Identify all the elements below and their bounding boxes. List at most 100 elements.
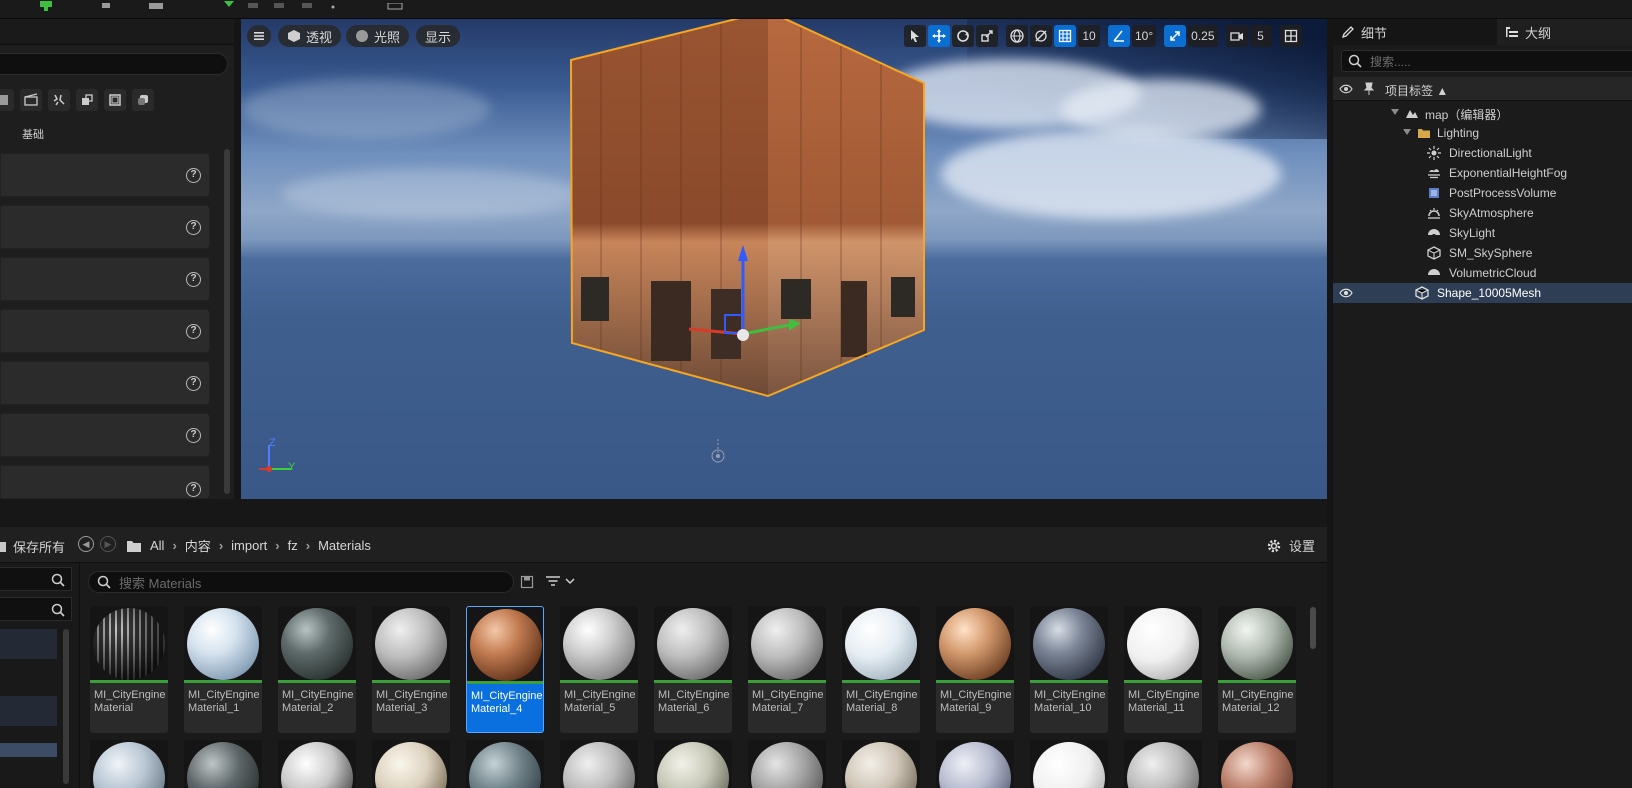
asset-tile[interactable] xyxy=(184,740,262,788)
asset-tile[interactable]: MI_CityEngineMaterial xyxy=(90,606,168,733)
asset-tile[interactable] xyxy=(90,740,168,788)
breadcrumb-separator-icon[interactable]: › xyxy=(275,538,279,553)
level-viewport[interactable]: 透视 光照 显示 10 10° 0.25 5 Z Y xyxy=(241,19,1327,499)
asset-tile[interactable]: MI_CityEngineMaterial_1 xyxy=(184,606,262,733)
asset-tile[interactable]: MI_CityEngineMaterial_9 xyxy=(936,606,1014,733)
cube-icon[interactable] xyxy=(0,89,14,111)
scale-mode-button[interactable] xyxy=(976,25,998,47)
play-icon[interactable] xyxy=(222,0,236,12)
save-all-button[interactable]: 保存所有 xyxy=(0,537,65,556)
asset-tile[interactable]: MI_CityEngineMaterial_5 xyxy=(560,606,638,733)
grid-snap-value[interactable]: 10 xyxy=(1078,25,1100,47)
outliner-search-input[interactable]: 搜索..... xyxy=(1341,50,1632,72)
rotation-snap-value[interactable]: 10° xyxy=(1132,25,1157,47)
asset-tile[interactable]: MI_CityEngineMaterial_11 xyxy=(1124,606,1202,733)
world-space-button[interactable] xyxy=(1006,25,1028,47)
asset-tile[interactable] xyxy=(654,740,732,788)
help-icon[interactable]: ? xyxy=(186,324,201,339)
left-panel-scrollbar[interactable] xyxy=(224,149,230,494)
item-label-column-header[interactable]: 项目标签 ▲ xyxy=(1385,82,1448,99)
add-content-icon[interactable] xyxy=(36,0,52,12)
source-tree-scrollbar[interactable] xyxy=(63,629,69,784)
settings-button[interactable]: 设置 xyxy=(1266,536,1315,555)
lighting-mode-button[interactable]: 光照 xyxy=(346,25,410,47)
place-actors-search[interactable] xyxy=(0,53,228,75)
asset-tile[interactable]: MI_CityEngineMaterial_2 xyxy=(278,606,356,733)
collections-search-input[interactable] xyxy=(0,567,72,591)
asset-tile[interactable]: MI_CityEngineMaterial_7 xyxy=(748,606,826,733)
rotate-mode-button[interactable] xyxy=(952,25,974,47)
place-item[interactable]: ? xyxy=(0,309,210,353)
asset-tile[interactable] xyxy=(278,740,356,788)
place-item[interactable]: ? xyxy=(0,413,210,457)
asset-tile[interactable]: MI_CityEngineMaterial_6 xyxy=(654,606,732,733)
asset-tile[interactable]: MI_CityEngineMaterial_12 xyxy=(1218,606,1296,733)
breadcrumb-item[interactable]: All xyxy=(150,538,164,553)
help-icon[interactable]: ? xyxy=(186,376,201,391)
breadcrumb-item[interactable]: 内容 xyxy=(185,536,211,555)
scale-snap-button[interactable] xyxy=(1164,25,1187,47)
rotation-snap-button[interactable] xyxy=(1108,25,1130,47)
film-icon[interactable] xyxy=(20,89,42,111)
help-icon[interactable]: ? xyxy=(186,272,201,287)
outliner-row-lighting-folder[interactable]: Lighting xyxy=(1333,123,1632,143)
asset-tile[interactable]: MI_CityEngineMaterial_3 xyxy=(372,606,450,733)
asset-tile[interactable] xyxy=(372,740,450,788)
platforms-icon[interactable] xyxy=(387,0,403,12)
help-icon[interactable]: ? xyxy=(186,168,201,183)
asset-tile[interactable]: MI_CityEngineMaterial_8 xyxy=(842,606,920,733)
place-item[interactable]: ? xyxy=(0,465,210,499)
filter-button[interactable] xyxy=(545,574,575,588)
breadcrumb-separator-icon[interactable]: › xyxy=(306,538,310,553)
translate-mode-button[interactable] xyxy=(928,25,950,47)
asset-search-input[interactable]: 搜索 Materials xyxy=(88,571,514,593)
forward-arrow-icon[interactable]: ▶ xyxy=(100,536,116,552)
viewport-menu-button[interactable] xyxy=(247,25,271,47)
viewport-layout-button[interactable] xyxy=(1279,25,1302,47)
folder-row[interactable] xyxy=(0,629,57,659)
geometry-icon[interactable] xyxy=(76,89,98,111)
folder-row[interactable] xyxy=(0,696,57,726)
breadcrumb-separator-icon[interactable]: › xyxy=(219,538,223,553)
select-mode-button[interactable] xyxy=(904,25,926,47)
visibility-eye-icon[interactable] xyxy=(1339,82,1353,99)
scale-snap-value[interactable]: 0.25 xyxy=(1188,25,1218,47)
more-options-icon[interactable] xyxy=(330,0,344,12)
help-icon[interactable]: ? xyxy=(186,220,201,235)
help-icon[interactable]: ? xyxy=(186,482,201,497)
place-item[interactable]: ? xyxy=(0,153,210,197)
volume-icon[interactable] xyxy=(104,89,126,111)
visual-effects-icon[interactable] xyxy=(48,89,70,111)
selected-mesh-cube[interactable] xyxy=(241,19,1327,499)
asset-tile[interactable] xyxy=(560,740,638,788)
asset-tile[interactable] xyxy=(936,740,1014,788)
asset-tile[interactable] xyxy=(1124,740,1202,788)
breadcrumb-item[interactable]: Materials xyxy=(318,538,371,553)
breadcrumb-separator-icon[interactable]: › xyxy=(172,538,176,553)
asset-tile[interactable] xyxy=(748,740,826,788)
asset-tile[interactable] xyxy=(842,740,920,788)
outliner-row-post-process-volume[interactable]: PostProcessVolume xyxy=(1333,183,1632,203)
show-flags-button[interactable]: 显示 xyxy=(416,25,461,47)
outliner-row-sm-skysphere[interactable]: SM_SkySphere xyxy=(1333,243,1632,263)
help-icon[interactable]: ? xyxy=(186,428,201,443)
camera-speed-value[interactable]: 5 xyxy=(1249,25,1272,47)
cinematics-icon[interactable] xyxy=(148,0,163,12)
outliner-row-sky-atmosphere[interactable]: SkyAtmosphere xyxy=(1333,203,1632,223)
blueprint-icon[interactable] xyxy=(100,0,114,12)
place-item[interactable]: ? xyxy=(0,361,210,405)
all-classes-icon[interactable] xyxy=(132,89,154,111)
outliner-row-map[interactable]: map（编辑器） xyxy=(1333,103,1632,123)
outliner-row-shape-mesh[interactable]: Shape_10005Mesh xyxy=(1333,283,1632,303)
save-search-icon[interactable] xyxy=(520,575,534,589)
surface-snap-button[interactable] xyxy=(1030,25,1052,47)
tab-outliner[interactable]: 大纲 xyxy=(1497,19,1632,45)
eject-icon[interactable] xyxy=(300,0,314,12)
folder-row-selected[interactable] xyxy=(0,743,57,757)
asset-tile[interactable]: MI_CityEngineMaterial_10 xyxy=(1030,606,1108,733)
breadcrumb-item[interactable]: fz xyxy=(288,538,298,553)
grid-snap-button[interactable] xyxy=(1054,25,1076,47)
folder-search-input[interactable] xyxy=(0,597,72,621)
camera-speed-button[interactable] xyxy=(1225,25,1248,47)
outliner-row-directional-light[interactable]: DirectionalLight xyxy=(1333,143,1632,163)
